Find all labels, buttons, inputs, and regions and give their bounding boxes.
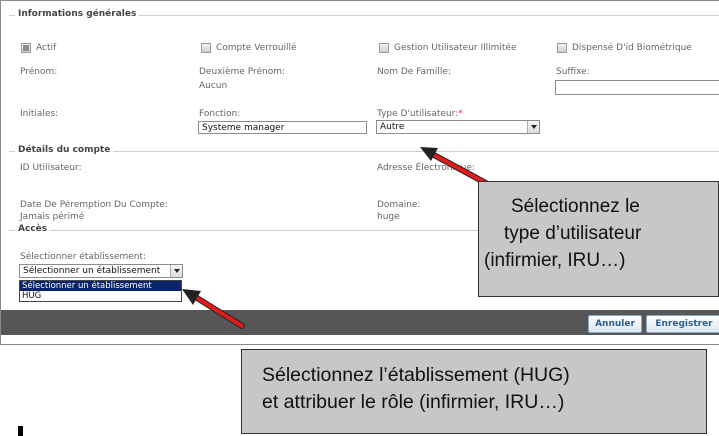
adresse-electronique-label: Adresse Électronique: <box>377 163 475 173</box>
required-marker: * <box>458 109 463 119</box>
save-button[interactable]: Enregistrer <box>646 315 719 333</box>
callout-line: Sélectionnez le <box>511 196 640 217</box>
checkbox-unchecked-icon <box>201 43 211 53</box>
etablissement-label: Sélectionner établissement: <box>20 252 147 262</box>
checkbox-unchecked-icon <box>379 43 389 53</box>
date-peremption-value: Jamais périmé <box>20 212 85 222</box>
type-utilisateur-label-text: Type D'utilisateur: <box>377 109 459 119</box>
callout-line: et attribuer le rôle (infirmier, IRU…) <box>262 391 565 413</box>
fonction-label: Fonction: <box>199 109 241 119</box>
callout-establishment: Sélectionnez l’établissement (HUG) et at… <box>241 349 707 434</box>
section-title-general: Informations générales <box>15 9 140 19</box>
etablissement-value: Sélectionner un établissement <box>23 266 161 276</box>
callout-user-type: Sélectionnez le type d’utilisateur (infi… <box>478 181 719 297</box>
section-title-access: Accès <box>15 224 51 234</box>
bullet-mark <box>18 426 23 436</box>
suffixe-label: Suffixe: <box>556 67 590 77</box>
etablissement-dropdown[interactable]: Sélectionner un établissement HUG <box>19 280 182 302</box>
checkbox-label: Actif <box>36 43 57 53</box>
type-utilisateur-select[interactable]: Autre <box>376 120 540 134</box>
section-title-account: Détails du compte <box>15 145 114 155</box>
deuxieme-prenom-value: Aucun <box>199 81 228 91</box>
checkbox-label: Gestion Utilisateur Illimitée <box>394 43 517 53</box>
suffixe-input[interactable] <box>555 80 719 95</box>
nom-de-famille-label: Nom De Famille: <box>377 67 451 77</box>
checkbox-compte-verrouille[interactable]: Compte Verrouillé <box>201 43 297 53</box>
type-utilisateur-label: Type D'utilisateur:* <box>377 109 463 119</box>
checkbox-label: Compte Verrouillé <box>216 43 297 53</box>
cancel-button[interactable]: Annuler <box>588 315 642 333</box>
domaine-label: Domaine: <box>377 200 421 210</box>
checkbox-checked-icon <box>21 43 31 53</box>
checkbox-actif[interactable]: Actif <box>21 43 56 53</box>
checkbox-label: Dispensé D'id Biométrique <box>572 43 692 53</box>
callout-line: (infirmier, IRU…) <box>484 250 626 271</box>
id-utilisateur-label: ID Utilisateur: <box>20 163 82 173</box>
etablissement-select[interactable]: Sélectionner un établissement <box>19 264 183 278</box>
fonction-input[interactable]: Systeme manager <box>198 121 367 134</box>
initiales-label: Initiales: <box>20 109 59 119</box>
checkbox-dispense-biometrique[interactable]: Dispensé D'id Biométrique <box>557 43 692 53</box>
dropdown-option[interactable]: Sélectionner un établissement <box>20 281 181 291</box>
dropdown-option[interactable]: HUG <box>20 291 181 301</box>
prenom-label: Prénom: <box>20 67 58 77</box>
section-divider <box>9 151 719 152</box>
date-peremption-label: Date De Péremption Du Compte: <box>20 200 168 210</box>
chevron-down-icon[interactable] <box>527 121 539 133</box>
callout-line: Sélectionnez l’établissement (HUG) <box>262 364 570 386</box>
chevron-down-icon[interactable] <box>170 265 182 277</box>
checkbox-unchecked-icon <box>557 43 567 53</box>
callout-line: type d’utilisateur <box>504 223 642 244</box>
deuxieme-prenom-label: Deuxième Prénom: <box>199 67 286 77</box>
checkbox-gestion-utilisateur-illimitee[interactable]: Gestion Utilisateur Illimitée <box>379 43 516 53</box>
type-utilisateur-value: Autre <box>380 122 405 132</box>
domaine-value: huge <box>377 212 400 222</box>
